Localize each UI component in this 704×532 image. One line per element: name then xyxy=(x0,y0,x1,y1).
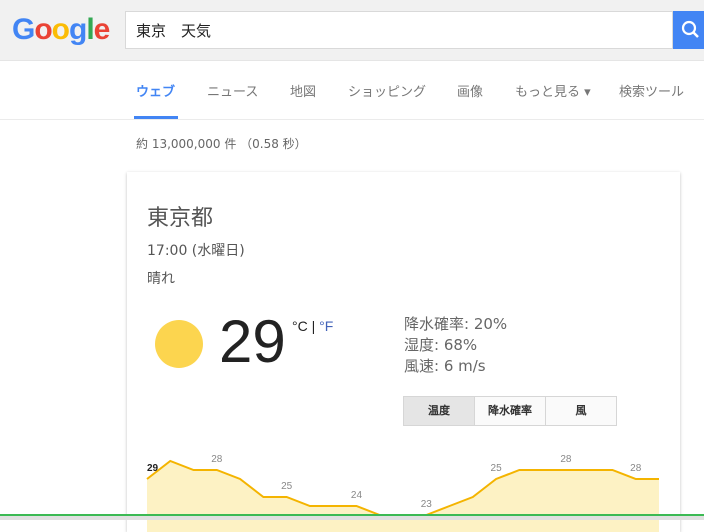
unit-separator: | xyxy=(311,318,316,334)
active-tab-indicator xyxy=(134,116,178,119)
result-stats: 約 13,000,000 件 （0.58 秒） xyxy=(136,137,307,151)
unit-fahrenheit[interactable]: °F xyxy=(319,318,333,334)
wind-speed: 風速: 6 m/s xyxy=(404,357,486,375)
tab-more[interactable]: もっと見る ▾ xyxy=(515,81,591,100)
unit-toggle: °C | °F xyxy=(292,318,333,334)
chart-data-label: 29 xyxy=(147,463,159,474)
temperature-button[interactable]: 温度 xyxy=(404,397,474,425)
precipitation: 降水確率: 20% xyxy=(404,315,508,333)
search-button[interactable] xyxy=(673,11,704,49)
weather-details: 降水確率: 20% 湿度: 68% 風速: 6 m/s xyxy=(404,314,507,377)
chart-data-label: 28 xyxy=(560,454,572,465)
weather-location: 東京都 xyxy=(147,206,214,231)
tab-shopping[interactable]: ショッピング xyxy=(348,81,426,100)
chart-data-label: 24 xyxy=(351,490,363,501)
search-box[interactable] xyxy=(125,11,673,49)
bottom-bar xyxy=(0,516,704,520)
chart-data-label: 25 xyxy=(491,463,503,474)
weather-card: 東京都 17:00 (水曜日) 晴れ 29 °C | °F 降水確率: 20% … xyxy=(127,172,680,532)
chart-mode-buttons: 温度 降水確率 風 xyxy=(403,396,617,426)
tab-news[interactable]: ニュース xyxy=(207,81,258,100)
search-icon xyxy=(681,20,699,38)
search-tabs: ウェブ ニュース 地図 ショッピング 画像 もっと見る ▾ 検索ツール xyxy=(0,61,704,120)
google-logo[interactable]: Google xyxy=(12,13,110,47)
weather-time: 17:00 (水曜日) xyxy=(147,243,245,259)
humidity: 湿度: 68% xyxy=(404,336,478,354)
chart-data-label: 25 xyxy=(281,481,293,492)
precipitation-button[interactable]: 降水確率 xyxy=(474,397,545,425)
tab-maps[interactable]: 地図 xyxy=(290,81,316,100)
search-input[interactable] xyxy=(126,12,666,48)
tab-search-tools[interactable]: 検索ツール xyxy=(619,81,684,100)
sun-icon xyxy=(155,320,203,368)
chart-data-label: 28 xyxy=(630,463,642,474)
header: Google xyxy=(0,0,704,61)
chart-data-label: 28 xyxy=(211,454,223,465)
temperature-value: 29 xyxy=(219,308,286,375)
chart-data-label: 23 xyxy=(421,499,433,510)
tab-web[interactable]: ウェブ xyxy=(136,81,175,100)
wind-button[interactable]: 風 xyxy=(545,397,616,425)
tab-images[interactable]: 画像 xyxy=(457,81,483,100)
weather-condition: 晴れ xyxy=(147,271,175,287)
unit-celsius[interactable]: °C xyxy=(292,318,308,334)
